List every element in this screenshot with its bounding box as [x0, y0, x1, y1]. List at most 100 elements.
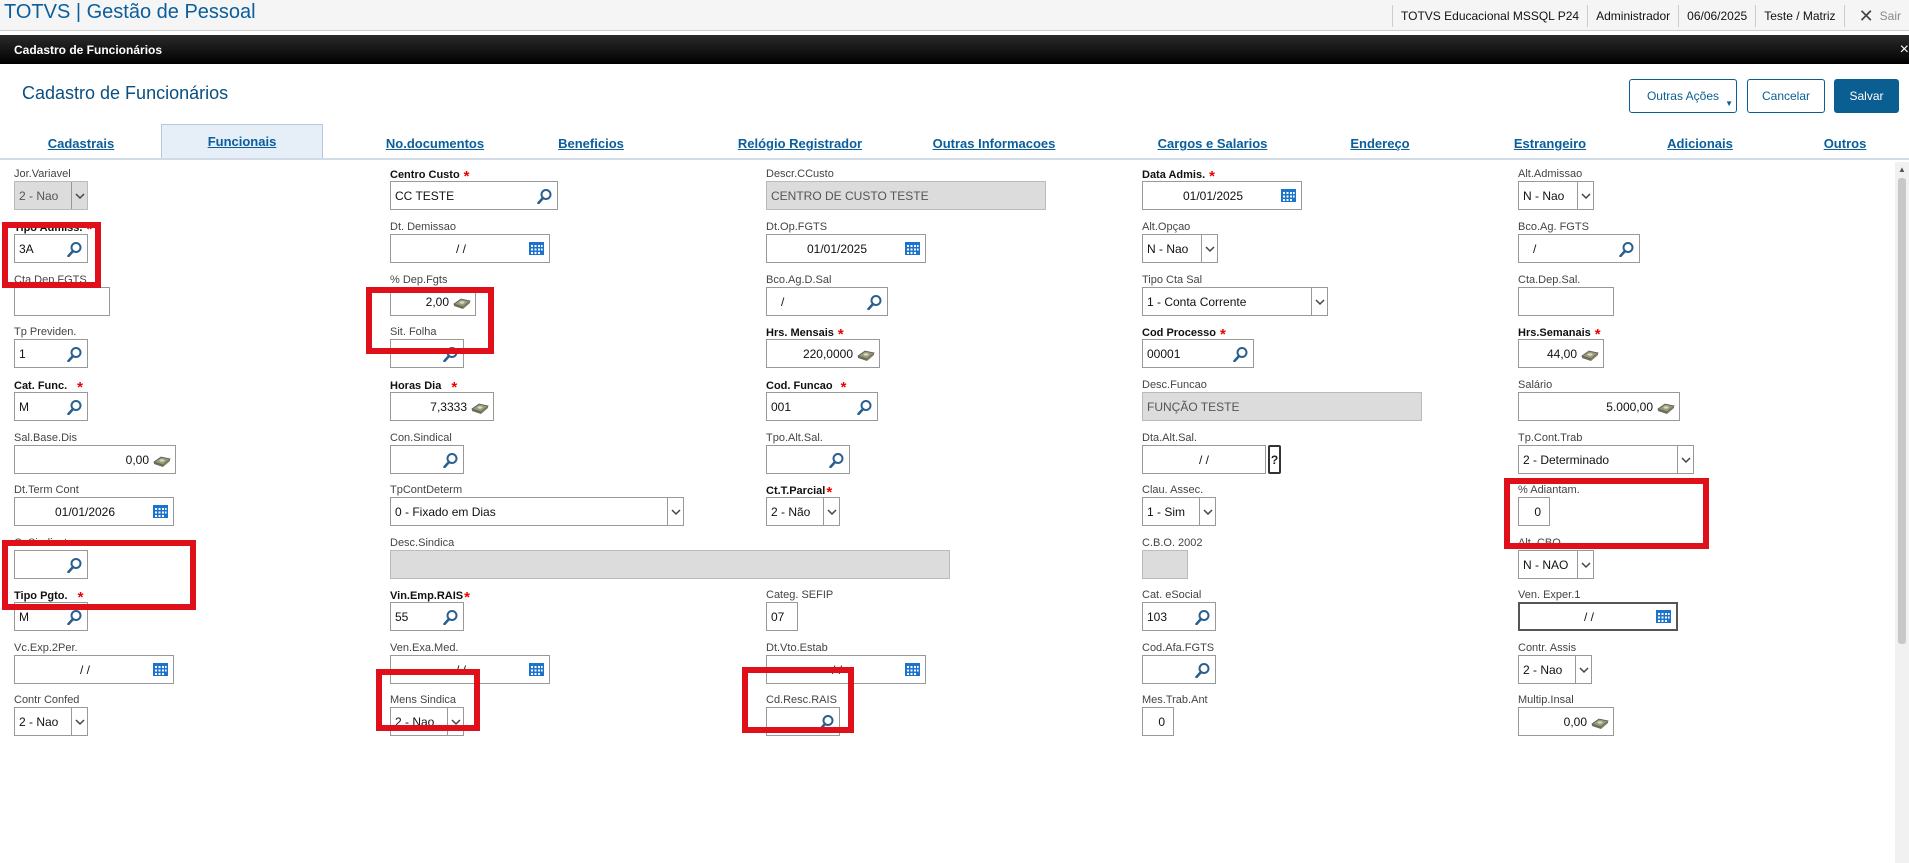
mes-trab-ant-input[interactable]: 0	[1142, 707, 1174, 736]
calculator-icon[interactable]	[1657, 398, 1675, 416]
calculator-icon[interactable]	[1591, 713, 1609, 731]
calendar-icon[interactable]	[527, 240, 545, 258]
hrs-mensais-input[interactable]: 220,0000	[766, 339, 880, 368]
search-icon[interactable]	[441, 608, 459, 626]
ven-exper1-input[interactable]: / /	[1518, 602, 1678, 631]
tpo-alt-sal-input[interactable]	[766, 445, 850, 474]
alt-admissao-select[interactable]: N - Nao	[1518, 181, 1594, 210]
alt-cbo-select[interactable]: N - NAO	[1518, 550, 1594, 579]
categ-sefip-input[interactable]: 07	[766, 602, 798, 631]
exit-button[interactable]: ✕ Sair	[1843, 4, 1909, 27]
calculator-icon[interactable]	[1581, 345, 1599, 363]
bco-ag-d-sal-input[interactable]: /	[766, 287, 888, 316]
dt-op-fgts-input[interactable]: 01/01/2025	[766, 234, 926, 263]
tab-adicionais[interactable]: Adicionais	[1640, 124, 1760, 158]
data-admis-input[interactable]: 01/01/2025	[1142, 181, 1302, 210]
cod-afa-fgts-input[interactable]	[1142, 655, 1216, 684]
vc-exp-2per-input[interactable]: / /	[14, 655, 174, 684]
alt-opcao-select[interactable]: N - Nao	[1142, 234, 1218, 263]
tp-cont-determ-select[interactable]: 0 - Fixado em Dias	[390, 497, 684, 526]
multip-insal-input[interactable]: 0,00	[1518, 707, 1614, 736]
tab-cargos-e-salarios[interactable]: Cargos e Salarios	[1125, 124, 1300, 158]
other-actions-button[interactable]: Outras Ações ▼	[1629, 79, 1737, 113]
horas-dia-input[interactable]: 7,3333	[390, 392, 494, 421]
search-icon[interactable]	[441, 451, 459, 469]
highlight-box	[742, 667, 854, 733]
tab-cadastrais[interactable]: Cadastrais	[20, 124, 142, 158]
search-icon[interactable]	[65, 398, 83, 416]
calendar-icon[interactable]	[903, 661, 921, 679]
calendar-icon[interactable]	[527, 661, 545, 679]
search-icon[interactable]	[65, 345, 83, 363]
contr-confed-select[interactable]: 2 - Nao	[14, 707, 88, 736]
search-icon[interactable]	[535, 187, 553, 205]
calendar-icon[interactable]	[1654, 608, 1672, 626]
dt-demissao-input[interactable]: / /	[390, 234, 550, 263]
calculator-icon[interactable]	[471, 398, 489, 416]
tab-relogio-registrador[interactable]: Relógio Registrador	[700, 124, 900, 158]
cta-dep-sal-input[interactable]	[1518, 287, 1614, 316]
search-icon[interactable]	[865, 293, 883, 311]
highlight-box	[2, 222, 101, 288]
search-icon[interactable]	[65, 608, 83, 626]
tab-beneficios[interactable]: Beneficios	[531, 124, 651, 158]
cat-func-input[interactable]: M	[14, 392, 88, 421]
cancel-button[interactable]: Cancelar	[1747, 79, 1825, 113]
tab-funcionais[interactable]: Funcionais	[161, 124, 323, 158]
window-close-icon[interactable]: ×	[1900, 41, 1909, 59]
search-icon[interactable]	[1193, 608, 1211, 626]
help-button[interactable]: ?	[1268, 445, 1281, 474]
hrs-semanais-input[interactable]: 44,00	[1518, 339, 1604, 368]
bco-ag-d-sal-value: /	[781, 294, 785, 309]
search-icon[interactable]	[827, 451, 845, 469]
search-icon[interactable]	[1193, 661, 1211, 679]
tipo-cta-sal-select[interactable]: 1 - Conta Corrente	[1142, 287, 1328, 316]
calendar-icon[interactable]	[1279, 187, 1297, 205]
cat-esocial-value: 103	[1147, 609, 1168, 624]
jor-variavel-select[interactable]: 2 - Nao	[14, 181, 88, 210]
contr-assis-select[interactable]: 2 - Nao	[1518, 655, 1592, 684]
dt-op-fgts-label: Dt.Op.FGTS	[766, 221, 828, 233]
cod-processo-input[interactable]: 00001	[1142, 339, 1254, 368]
con-sindical-input[interactable]	[390, 445, 464, 474]
tab-estrangeiro[interactable]: Estrangeiro	[1490, 124, 1610, 158]
salario-input[interactable]: 5.000,00	[1518, 392, 1680, 421]
calculator-icon[interactable]	[153, 451, 171, 469]
tipo-pgto-value: M	[19, 609, 29, 624]
calculator-icon[interactable]	[857, 345, 875, 363]
tab-outras-informacoes[interactable]: Outras Informacoes	[909, 124, 1079, 158]
branch-selector[interactable]: Teste / Matriz	[1755, 4, 1843, 27]
ct-t-parcial-select[interactable]: 2 - Não	[766, 497, 840, 526]
clau-assec-select[interactable]: 1 - Sim	[1142, 497, 1216, 526]
cta-dep-fgts-input[interactable]	[14, 287, 110, 316]
scrollbar-thumb[interactable]	[1898, 178, 1906, 644]
save-button[interactable]: Salvar	[1834, 79, 1899, 113]
vin-emp-rais-input[interactable]: 55	[390, 602, 464, 631]
vertical-scrollbar[interactable]: ▲	[1895, 162, 1909, 863]
contr-assis-value: 2 - Nao	[1523, 662, 1563, 677]
tab-no-documentos[interactable]: No.documentos	[345, 124, 525, 158]
tp-previden-input[interactable]: 1	[14, 339, 88, 368]
search-icon[interactable]	[855, 398, 873, 416]
cod-funcao-input[interactable]: 001	[766, 392, 878, 421]
bco-ag-fgts-input[interactable]: /	[1518, 234, 1640, 263]
centro-custo-input[interactable]: CC TESTE	[390, 181, 558, 210]
tab-outros[interactable]: Outros	[1800, 124, 1890, 158]
calendar-icon[interactable]	[151, 503, 169, 521]
calendar-icon[interactable]	[151, 661, 169, 679]
tab-endereco[interactable]: Endereço	[1330, 124, 1430, 158]
tp-cont-trab-select[interactable]: 2 - Determinado	[1518, 445, 1694, 474]
dt-term-cont-input[interactable]: 01/01/2026	[14, 497, 174, 526]
cat-esocial-input[interactable]: 103	[1142, 602, 1216, 631]
calendar-icon[interactable]	[903, 240, 921, 258]
top-bar: TOTVS | Gestão de Pessoal TOTVS Educacio…	[0, 0, 1909, 31]
tp-cont-determ-value: 0 - Fixado em Dias	[395, 504, 496, 519]
scroll-up-icon[interactable]: ▲	[1898, 165, 1906, 174]
dta-alt-sal-input[interactable]: / /	[1142, 445, 1266, 474]
chevron-down-icon	[1575, 656, 1591, 683]
highlight-box	[1504, 478, 1709, 549]
search-icon[interactable]	[1617, 240, 1635, 258]
chevron-down-icon	[1311, 288, 1327, 315]
sal-base-dis-input[interactable]: 0,00	[14, 445, 176, 474]
search-icon[interactable]	[1231, 345, 1249, 363]
